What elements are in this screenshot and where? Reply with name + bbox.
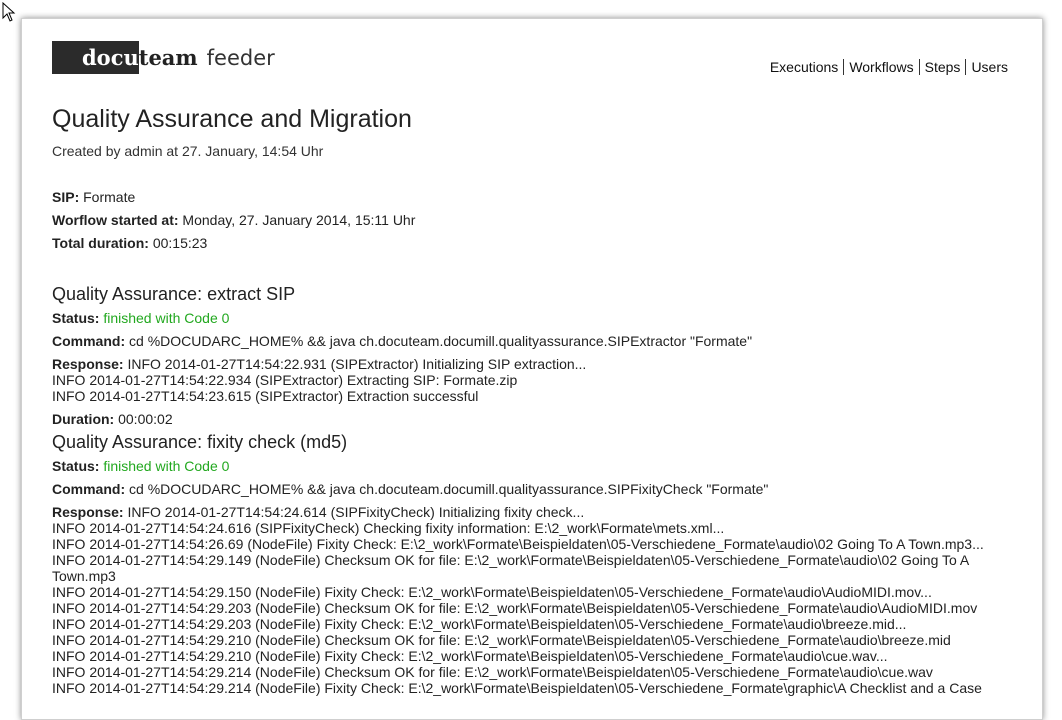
- logo-dark-block: docu: [52, 41, 139, 74]
- total-duration-value: 00:15:23: [148, 235, 208, 251]
- response-line: Response: INFO 2014-01-27T14:54:22.931 (…: [52, 356, 1008, 372]
- nav-steps[interactable]: Steps: [918, 59, 966, 75]
- command-value: cd %DOCUDARC_HOME% && java ch.docuteam.d…: [125, 333, 753, 349]
- created-info: Created by admin at 27. January, 14:54 U…: [52, 143, 324, 159]
- duration-row: Total duration: 00:15:23: [52, 235, 415, 258]
- status-value: finished with Code 0: [99, 458, 230, 474]
- response-line: INFO 2014-01-27T14:54:29.149 (NodeFile) …: [52, 552, 970, 568]
- logo-text-team: team: [138, 45, 198, 70]
- response-line: INFO 2014-01-27T14:54:29.203 (NodeFile) …: [52, 616, 907, 632]
- step-status: Status: finished with Code 0: [52, 310, 1008, 326]
- logo-text-feeder: feeder: [206, 46, 275, 70]
- response-label: Response:: [52, 504, 124, 520]
- main-nav: Executions Workflows Steps Users: [770, 59, 1008, 75]
- steps-list: Quality Assurance: extract SIP Status: f…: [52, 283, 1008, 696]
- step-command: Command: cd %DOCUDARC_HOME% && java ch.d…: [52, 333, 1008, 349]
- nav-users[interactable]: Users: [965, 59, 1008, 75]
- nav-workflows[interactable]: Workflows: [843, 59, 918, 75]
- step-response: Response: INFO 2014-01-27T14:54:24.614 (…: [52, 504, 1008, 696]
- step-fixity-check: Quality Assurance: fixity check (md5) St…: [52, 431, 1008, 696]
- response-line: INFO 2014-01-27T14:54:29.210 (NodeFile) …: [52, 632, 951, 648]
- command-label: Command:: [52, 333, 126, 349]
- response-label: Response:: [52, 356, 124, 372]
- started-row: Worflow started at: Monday, 27. January …: [52, 212, 415, 235]
- response-line: Response: INFO 2014-01-27T14:54:24.614 (…: [52, 504, 1008, 520]
- status-label: Status:: [52, 310, 100, 326]
- response-line: INFO 2014-01-27T14:54:29.210 (NodeFile) …: [52, 648, 888, 664]
- step-extract-sip: Quality Assurance: extract SIP Status: f…: [52, 283, 1008, 427]
- sip-value: Formate: [79, 189, 136, 205]
- sip-label: SIP:: [52, 189, 80, 205]
- command-value: cd %DOCUDARC_HOME% && java ch.docuteam.d…: [125, 481, 769, 497]
- sip-row: SIP: Formate: [52, 189, 415, 212]
- mouse-cursor-icon: [2, 2, 16, 22]
- page-panel: docu team feeder Executions Workflows St…: [21, 18, 1043, 720]
- page-title: Quality Assurance and Migration: [52, 105, 412, 133]
- status-value: finished with Code 0: [99, 310, 230, 326]
- response-line: INFO 2014-01-27T14:54:29.214 (NodeFile) …: [52, 664, 933, 680]
- started-label: Worflow started at:: [52, 212, 179, 228]
- response-line: INFO 2014-01-27T14:54:24.616 (SIPFixityC…: [52, 520, 725, 536]
- workflow-meta: SIP: Formate Worflow started at: Monday,…: [52, 189, 415, 258]
- response-text: INFO 2014-01-27T14:54:24.614 (SIPFixityC…: [123, 504, 585, 520]
- response-line: INFO 2014-01-27T14:54:26.69 (NodeFile) F…: [52, 536, 984, 552]
- response-text: INFO 2014-01-27T14:54:22.931 (SIPExtract…: [123, 356, 587, 372]
- response-line: INFO 2014-01-27T14:54:29.214 (NodeFile) …: [52, 680, 982, 696]
- nav-executions[interactable]: Executions: [770, 59, 843, 75]
- response-line: INFO 2014-01-27T14:54:22.934 (SIPExtract…: [52, 372, 518, 388]
- response-line: INFO 2014-01-27T14:54:29.150 (NodeFile) …: [52, 584, 932, 600]
- total-duration-label: Total duration:: [52, 235, 149, 251]
- step-duration: Duration: 00:00:02: [52, 411, 1008, 427]
- response-line: Town.mp3: [52, 568, 116, 584]
- status-label: Status:: [52, 458, 100, 474]
- logo-text-docu: docu: [82, 45, 139, 70]
- step-title: Quality Assurance: extract SIP: [52, 284, 296, 304]
- response-line: INFO 2014-01-27T14:54:23.615 (SIPExtract…: [52, 388, 479, 404]
- step-response: Response: INFO 2014-01-27T14:54:22.931 (…: [52, 356, 1008, 404]
- started-value: Monday, 27. January 2014, 15:11 Uhr: [178, 212, 416, 228]
- response-line: INFO 2014-01-27T14:54:29.203 (NodeFile) …: [52, 600, 978, 616]
- step-command: Command: cd %DOCUDARC_HOME% && java ch.d…: [52, 481, 1008, 497]
- step-title: Quality Assurance: fixity check (md5): [52, 432, 348, 452]
- duration-value: 00:00:02: [114, 411, 173, 427]
- docuteam-feeder-logo[interactable]: docu team feeder: [52, 41, 275, 74]
- duration-label: Duration:: [52, 411, 115, 427]
- command-label: Command:: [52, 481, 126, 497]
- step-status: Status: finished with Code 0: [52, 458, 1008, 474]
